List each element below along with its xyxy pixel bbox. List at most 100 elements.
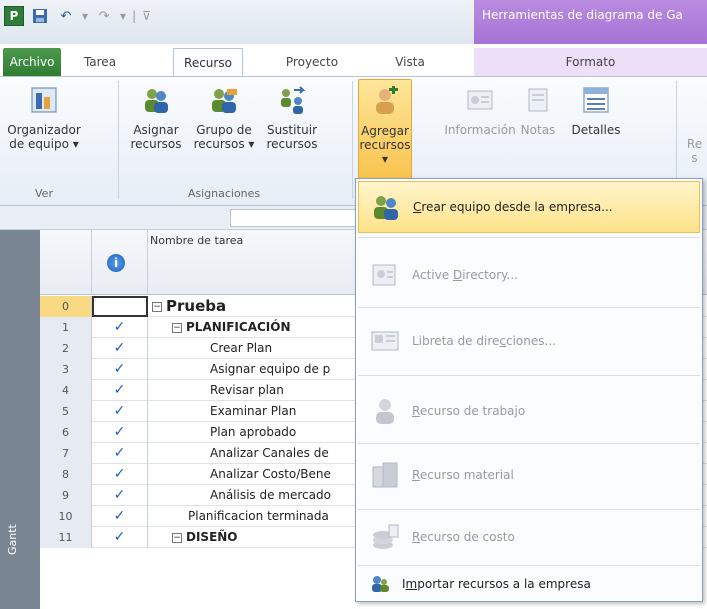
task-name: Revisar plan <box>210 383 284 397</box>
complete-check-icon: ✓ <box>92 338 148 359</box>
qat-separator: | <box>132 9 137 23</box>
tab-tarea[interactable]: Tarea <box>72 48 128 76</box>
task-name: Planificacion terminada <box>188 509 329 523</box>
undo-dropdown-icon[interactable]: ▾ <box>82 9 88 23</box>
task-name: Crear Plan <box>210 341 273 355</box>
redo-icon[interactable]: ↷ <box>94 6 114 26</box>
work-resource-label: Recurso de trabajo <box>412 404 526 418</box>
work-resource-icon <box>368 394 402 428</box>
material-resource-item[interactable]: Recurso material <box>358 451 700 499</box>
row-number[interactable]: 2 <box>40 338 92 359</box>
tab-archivo[interactable]: Archivo <box>3 48 61 76</box>
material-resource-icon <box>368 458 402 492</box>
group-label-asignaciones: Asignaciones <box>187 187 261 200</box>
replace-label-1: Sustituir <box>266 123 318 137</box>
replace-resources-icon <box>275 83 309 117</box>
menu-separator <box>358 375 700 376</box>
resource-pool-button[interactable]: Grupo de recursos ▾ <box>192 83 256 151</box>
view-label: Gantt <box>6 524 19 555</box>
row-number[interactable]: 9 <box>40 485 92 506</box>
row-number[interactable]: 11 <box>40 527 92 548</box>
team-planner-button[interactable]: Organizador de equipo ▾ <box>4 83 84 151</box>
details-label: Detalles <box>571 123 621 137</box>
menu-separator <box>358 307 700 308</box>
notes-button[interactable]: Notas <box>518 83 558 137</box>
group-label-ver: Ver <box>35 187 53 200</box>
replace-label-2: recursos <box>266 137 318 151</box>
info-icon: i <box>107 254 125 272</box>
complete-check-icon: ✓ <box>92 485 148 506</box>
add-resources-button[interactable]: Agregar recursos ▾ <box>358 79 412 179</box>
menu-separator <box>358 443 700 444</box>
cropped-ribbon-button[interactable]: Re s <box>682 137 707 165</box>
team-icon <box>369 190 403 224</box>
tab-recurso[interactable]: Recurso <box>173 48 243 76</box>
active-directory-label: Active Directory... <box>412 268 518 282</box>
complete-check-icon: ✓ <box>92 506 148 527</box>
resource-pool-icon <box>207 83 241 117</box>
tab-formato[interactable]: Formato <box>474 48 707 76</box>
menu-separator <box>358 565 700 566</box>
row-number[interactable]: 7 <box>40 443 92 464</box>
row-number[interactable]: 4 <box>40 380 92 401</box>
complete-check-icon: ✓ <box>92 359 148 380</box>
row-number[interactable]: 6 <box>40 422 92 443</box>
complete-check-icon: ✓ <box>92 422 148 443</box>
create-team-from-enterprise-item[interactable]: Crear equipo desde la empresa... <box>358 181 700 233</box>
team-planner-label-2: de equipo ▾ <box>9 137 79 151</box>
address-book-icon <box>368 324 402 358</box>
row-number[interactable]: 8 <box>40 464 92 485</box>
ribbon-tabs: Archivo Tarea Recurso Proyecto Vista For… <box>0 44 707 76</box>
notes-icon <box>521 83 555 117</box>
replace-resources-button[interactable]: Sustituir recursos <box>262 83 322 151</box>
collapse-toggle-icon[interactable]: − <box>172 322 182 333</box>
cropped-label-2: s <box>691 151 698 165</box>
undo-icon[interactable]: ↶ <box>56 6 76 26</box>
project-app-icon[interactable]: P <box>4 6 24 26</box>
add-label-2: recursos ▾ <box>359 138 411 166</box>
active-directory-item[interactable]: Active Directory... <box>358 251 700 299</box>
complete-check-icon: ✓ <box>92 317 148 338</box>
customize-qat-icon[interactable]: ⊽ <box>142 9 151 23</box>
material-resource-label: Recurso material <box>412 468 514 482</box>
tab-vista[interactable]: Vista <box>385 48 435 76</box>
task-name: Plan aprobado <box>210 425 297 439</box>
menu-separator <box>358 509 700 510</box>
row-number[interactable]: 3 <box>40 359 92 380</box>
row-number[interactable]: 10 <box>40 506 92 527</box>
redo-dropdown-icon[interactable]: ▾ <box>120 9 126 23</box>
tab-proyecto[interactable]: Proyecto <box>282 48 342 76</box>
assign-resources-button[interactable]: Asignar recursos <box>126 83 186 151</box>
information-button[interactable]: Información <box>444 83 516 137</box>
task-name: Analizar Costo/Bene <box>210 467 331 481</box>
details-icon <box>579 83 613 117</box>
menu-separator <box>358 237 700 238</box>
save-icon[interactable] <box>30 6 50 26</box>
import-resources-item[interactable]: Importar recursos a la empresa <box>358 569 700 599</box>
row-number[interactable]: 0 <box>40 296 92 317</box>
address-book-item[interactable]: Libreta de direcciones... <box>358 317 700 365</box>
team-planner-label-1: Organizador <box>7 123 81 137</box>
complete-check-icon: ✓ <box>92 380 148 401</box>
complete-check-icon: ✓ <box>92 527 148 548</box>
work-resource-item[interactable]: Recurso de trabajo <box>358 387 700 435</box>
add-resources-menu: Crear equipo desde la empresa... Active … <box>355 178 703 602</box>
assign-label-1: Asignar <box>133 123 179 137</box>
group-separator <box>118 81 119 199</box>
row-number[interactable]: 5 <box>40 401 92 422</box>
cost-resource-item[interactable]: Recurso de costo <box>358 513 700 561</box>
task-name-header-label: Nombre de tarea <box>150 234 244 247</box>
people-icon <box>139 83 173 117</box>
collapse-toggle-icon[interactable]: − <box>152 301 162 312</box>
indicators-header[interactable]: i <box>92 230 148 295</box>
details-button[interactable]: Detalles <box>566 83 626 137</box>
row-number-header[interactable] <box>40 230 92 295</box>
collapse-toggle-icon[interactable]: − <box>172 532 182 543</box>
add-person-icon <box>368 84 402 118</box>
notes-label: Notas <box>520 123 556 137</box>
cost-resource-icon <box>368 520 402 554</box>
row-number[interactable]: 1 <box>40 317 92 338</box>
directory-icon <box>368 258 402 292</box>
cropped-label-1: Re <box>686 137 703 151</box>
pools-label-2: recursos ▾ <box>193 137 255 151</box>
